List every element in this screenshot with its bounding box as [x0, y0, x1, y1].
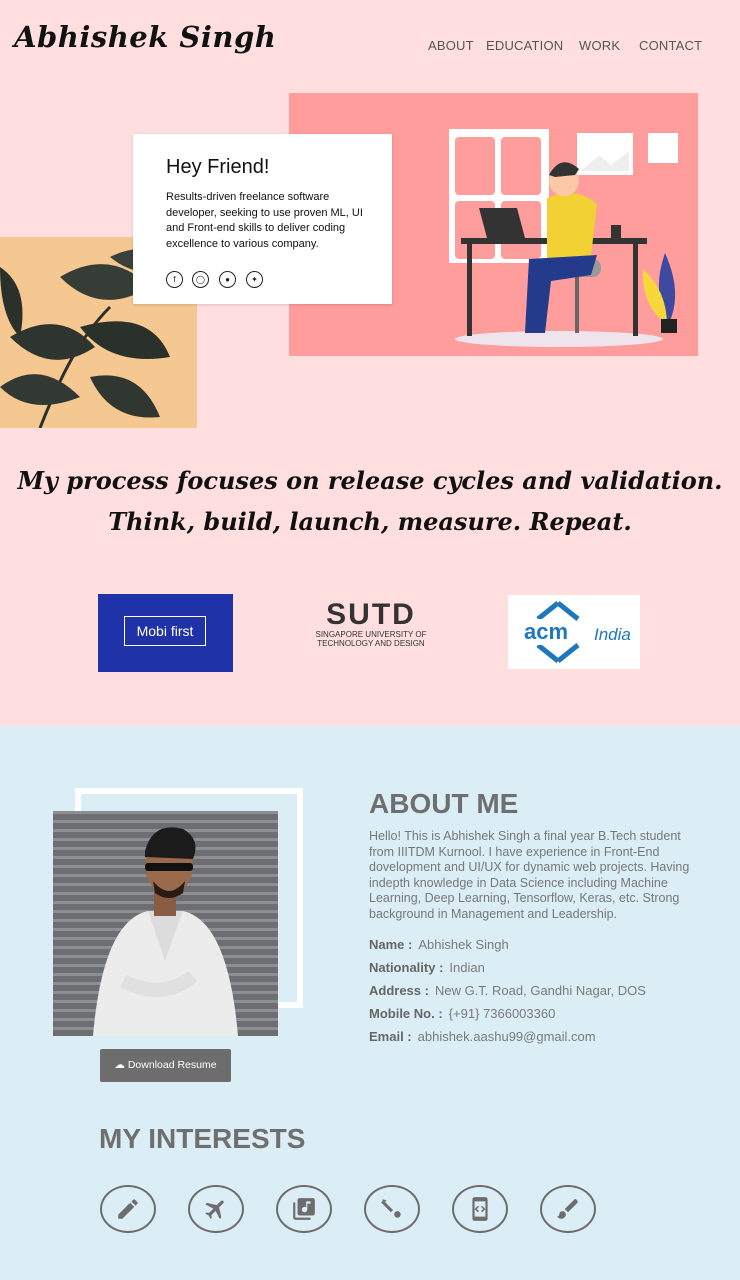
process-quote-line1: My process focuses on release cycles and…: [17, 466, 723, 495]
intro-text: Results-driven freelance software develo…: [166, 191, 363, 250]
app-code-icon[interactable]: [452, 1185, 508, 1233]
info-value: Indian: [449, 960, 485, 975]
mobi-first-logo: Mobi first: [98, 594, 233, 672]
intro-card: Hey Friend! Results-driven freelance sof…: [133, 134, 392, 304]
acm-text: acm: [522, 619, 571, 645]
facebook-icon[interactable]: f: [166, 271, 183, 288]
sutd-line2: TECHNOLOGY AND DESIGN: [317, 639, 425, 648]
info-address: Address : New G.T. Road, Gandhi Nagar, DO…: [369, 983, 646, 998]
twitter-icon[interactable]: ✦: [246, 271, 263, 288]
pencil-icon[interactable]: [100, 1185, 156, 1233]
interests-title: MY INTERESTS: [99, 1123, 306, 1154]
download-resume-button[interactable]: ☁ Download Resume: [100, 1049, 231, 1082]
info-value: {+91} 7366003360: [448, 1006, 556, 1021]
info-label: Address :: [369, 983, 429, 998]
about-title: ABOUT ME: [369, 788, 519, 819]
nav-contact[interactable]: CONTACT: [639, 38, 702, 53]
about-description: Hello! This is Abhishek Singh a final ye…: [369, 829, 690, 921]
sports-icon[interactable]: [364, 1185, 420, 1233]
music-library-icon[interactable]: [276, 1185, 332, 1233]
nav-about[interactable]: ABOUT: [428, 38, 474, 53]
info-mobile: Mobile No. : {+91} 7366003360: [369, 1006, 555, 1021]
info-value: Abhishek Singh: [418, 937, 509, 952]
greeting-heading: Hey Friend!: [166, 156, 270, 178]
nav-education[interactable]: EDUCATION: [486, 38, 563, 53]
info-name: Name : Abhishek Singh: [369, 937, 509, 952]
info-label: Email :: [369, 1029, 412, 1044]
globe-icon[interactable]: ●: [219, 271, 236, 288]
acm-india-text: India: [594, 625, 631, 644]
sutd-mark: SUTD: [326, 598, 416, 631]
info-email: Email : abhishek.aashu99@gmail.com: [369, 1029, 596, 1044]
instagram-icon[interactable]: ◯: [192, 271, 209, 288]
sutd-logo: SUTD SINGAPORE UNIVERSITY OF TECHNOLOGY …: [302, 600, 440, 662]
profile-photo: [53, 811, 278, 1036]
process-quote-line2: Think, build, launch, measure. Repeat.: [108, 507, 632, 536]
nav-work[interactable]: WORK: [579, 38, 620, 53]
sutd-line1: SINGAPORE UNIVERSITY OF: [315, 630, 427, 639]
cloud-download-icon: ☁: [114, 1059, 125, 1071]
info-nationality: Nationality : Indian: [369, 960, 485, 975]
brush-icon[interactable]: [540, 1185, 596, 1233]
info-label: Mobile No. :: [369, 1006, 443, 1021]
acm-india-logo: acm India: [508, 595, 640, 669]
info-value: abhishek.aashu99@gmail.com: [417, 1029, 596, 1044]
download-resume-label: Download Resume: [127, 1059, 217, 1071]
airplane-icon[interactable]: [188, 1185, 244, 1233]
info-label: Name :: [369, 937, 413, 952]
mobi-first-text: Mobi first: [124, 616, 206, 646]
info-value: New G.T. Road, Gandhi Nagar, DOS: [434, 983, 646, 998]
info-label: Nationality :: [369, 960, 444, 975]
brand-logo[interactable]: Abhishek Singh: [14, 20, 276, 54]
